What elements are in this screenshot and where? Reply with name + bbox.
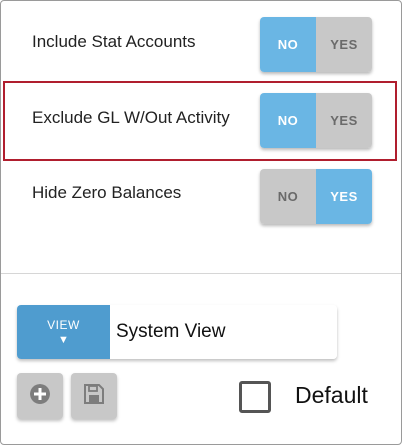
toggle-yes-option[interactable]: YES [316,169,372,224]
view-dropdown-button[interactable]: VIEW ▼ [17,305,110,359]
toggle-exclude-gl-without-activity[interactable]: NO YES [260,93,372,148]
add-view-button[interactable] [17,373,63,419]
floppy-disk-icon [83,383,105,410]
plus-circle-icon [29,383,51,410]
options-panel: Include Stat Accounts NO YES Exclude GL … [0,0,402,445]
toggle-yes-option[interactable]: YES [316,17,372,72]
option-label-hide-zero-balances: Hide Zero Balances [32,183,182,202]
toggle-hide-zero-balances[interactable]: NO YES [260,169,372,224]
save-view-button[interactable] [71,373,117,419]
current-view-name: System View [110,305,337,359]
toggle-yes-option[interactable]: YES [316,93,372,148]
toggle-no-option[interactable]: NO [260,17,316,72]
default-checkbox[interactable] [239,381,271,413]
default-checkbox-label: Default [295,382,368,408]
option-label-include-stat-accounts: Include Stat Accounts [32,32,196,51]
option-label-exclude-gl-without-activity: Exclude GL W/Out Activity [32,108,230,127]
view-button-label: VIEW [47,318,80,332]
toggle-no-option[interactable]: NO [260,93,316,148]
section-divider [1,273,401,274]
view-selector: VIEW ▼ System View [17,305,337,359]
toggle-include-stat-accounts[interactable]: NO YES [260,17,372,72]
caret-down-icon: ▼ [58,334,69,346]
toggle-no-option[interactable]: NO [260,169,316,224]
